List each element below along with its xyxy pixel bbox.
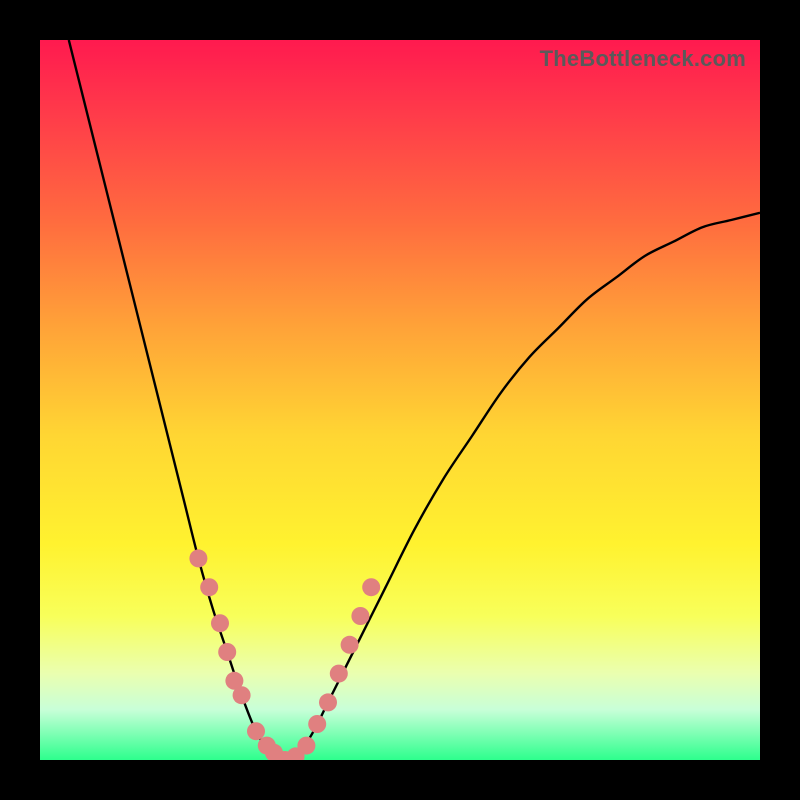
marker-dot: [233, 686, 251, 704]
bottleneck-curve: [69, 40, 760, 760]
plot-area: TheBottleneck.com: [40, 40, 760, 760]
chart-frame: TheBottleneck.com: [0, 0, 800, 800]
marker-dot: [297, 737, 315, 755]
marker-dot: [247, 722, 265, 740]
marker-dot: [200, 578, 218, 596]
marker-dot: [341, 636, 359, 654]
curve-svg: [40, 40, 760, 760]
marker-dot: [319, 693, 337, 711]
marker-dot: [308, 715, 326, 733]
marker-dot: [362, 578, 380, 596]
marker-dot: [211, 614, 229, 632]
marker-dot: [189, 549, 207, 567]
marker-dot: [330, 665, 348, 683]
marker-dot: [218, 643, 236, 661]
marker-dot: [351, 607, 369, 625]
